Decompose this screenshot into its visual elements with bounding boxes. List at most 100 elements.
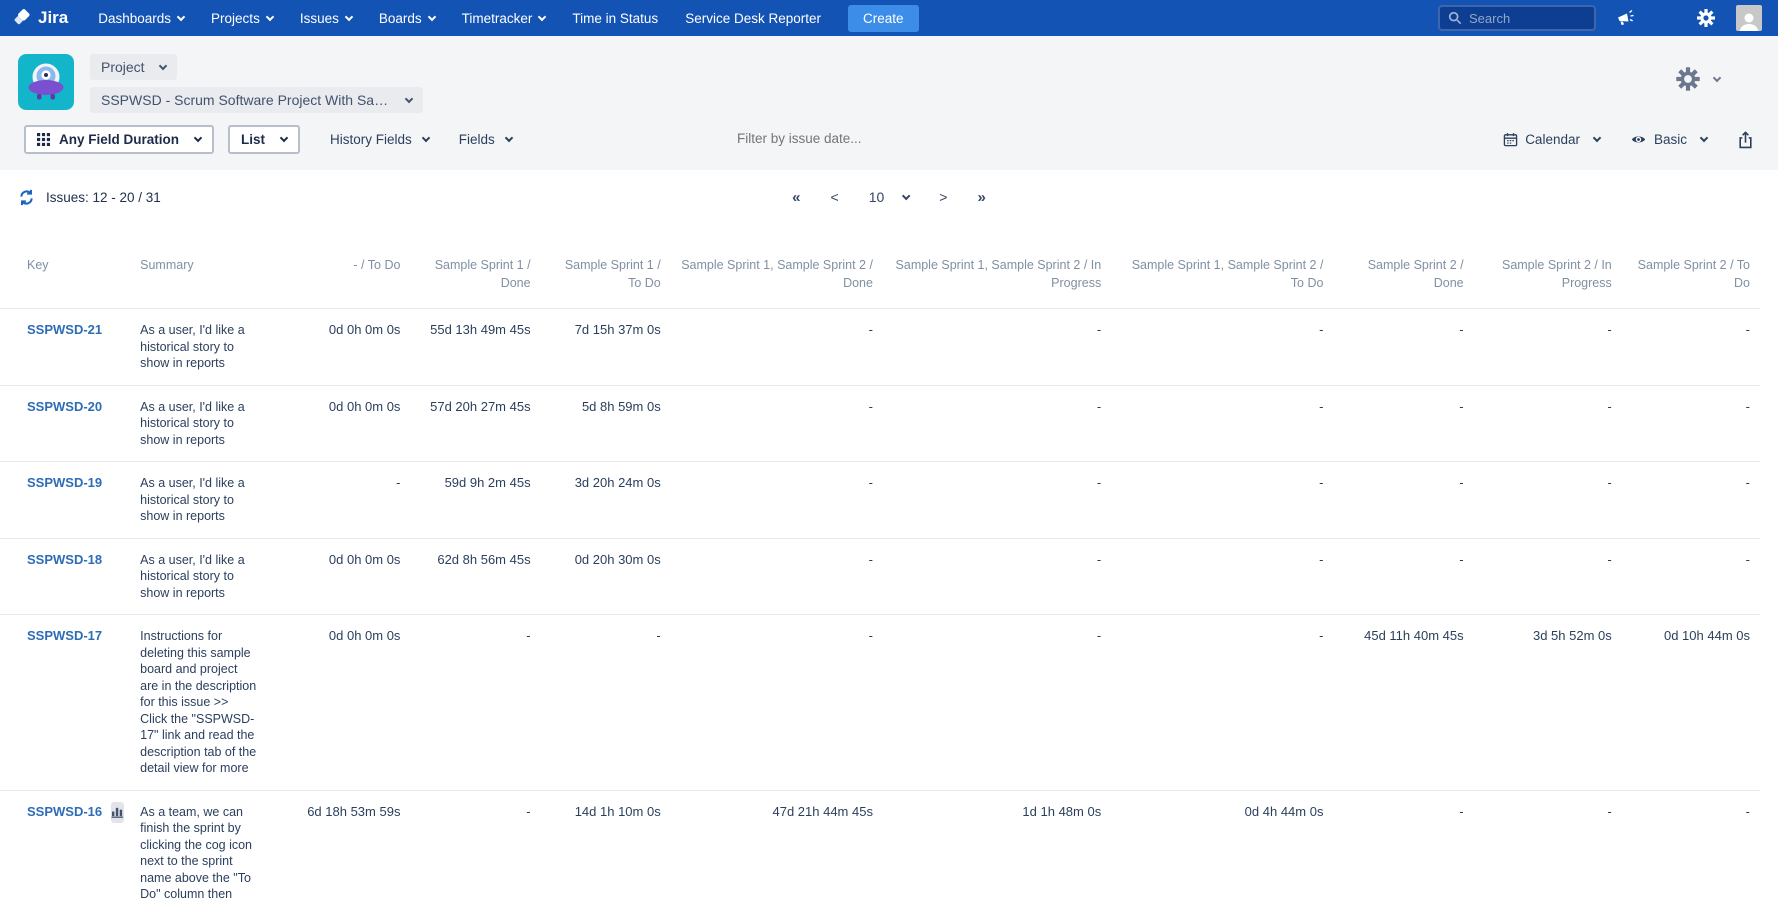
duration-cell: - [410,615,540,791]
view-mode-dropdown[interactable]: Basic [1630,132,1707,147]
create-button[interactable]: Create [848,5,919,32]
view-type-button[interactable]: List [228,125,300,154]
chevron-down-icon [405,94,413,102]
global-search[interactable] [1438,5,1596,31]
previous-page-button[interactable]: < [831,189,839,205]
chevron-down-icon [194,134,202,142]
duration-cell: - [1111,615,1333,791]
nav-item-boards[interactable]: Boards [379,11,435,26]
duration-cell: - [883,385,1111,462]
project-header: Project SSPWSD - Scrum Software Project … [0,36,1778,115]
nav-item-label: Dashboards [98,11,171,26]
first-page-button[interactable]: « [792,189,800,206]
nav-item-label: Issues [300,11,339,26]
issue-chart-icon[interactable] [111,802,124,823]
chevron-down-icon [158,61,166,69]
nav-item-service-desk-reporter[interactable]: Service Desk Reporter [685,11,821,26]
duration-cell: 55d 13h 49m 45s [410,309,540,386]
user-avatar[interactable] [1736,5,1762,31]
announcements-megaphone-icon[interactable] [1616,9,1636,27]
chevron-down-icon [280,134,288,142]
nav-item-dashboards[interactable]: Dashboards [98,11,184,26]
nav-item-label: Service Desk Reporter [685,11,821,26]
nav-item-timetracker[interactable]: Timetracker [462,11,546,26]
duration-cell: - [671,462,883,539]
table-row: SSPWSD-16As a team, we can finish the sp… [0,790,1760,905]
nav-item-projects[interactable]: Projects [211,11,273,26]
column-header[interactable]: Sample Sprint 2 / In Progress [1474,248,1622,309]
duration-cell: - [1111,385,1333,462]
page-size-select[interactable]: 10 [869,189,910,205]
nav-item-label: Timetracker [462,11,533,26]
issue-date-filter-input[interactable] [737,131,967,146]
issue-key-link[interactable]: SSPWSD-17 [27,628,102,643]
chevron-down-icon [505,134,513,142]
nav-right-cluster: ? [1438,5,1778,31]
scope-selector[interactable]: Project [90,54,177,80]
duration-cell: - [1622,790,1760,905]
table-row: SSPWSD-17Instructions for deleting this … [0,615,1760,791]
report-settings-gear[interactable] [1675,66,1720,92]
next-page-button[interactable]: > [939,189,947,205]
duration-cell: 47d 21h 44m 45s [671,790,883,905]
column-header[interactable]: Sample Sprint 1 / Done [410,248,540,309]
chevron-down-icon [427,12,435,20]
issue-summary: As a user, I'd like a historical story t… [130,385,280,462]
duration-cell: 0d 0h 0m 0s [280,615,410,791]
duration-cell: 0d 0h 0m 0s [280,385,410,462]
duration-cell: - [671,615,883,791]
issue-key-link[interactable]: SSPWSD-20 [27,399,102,414]
nav-item-issues[interactable]: Issues [300,11,352,26]
search-input[interactable] [1469,11,1581,26]
fields-dropdown[interactable]: Fields [459,132,512,147]
field-duration-button[interactable]: Any Field Duration [24,125,214,154]
column-header[interactable]: Summary [130,248,280,309]
top-navigation-bar: Jira Dashboards Projects Issues Boards Timet… [0,0,1778,36]
duration-cell: - [671,538,883,615]
issue-key-link[interactable]: SSPWSD-19 [27,475,102,490]
chevron-down-icon [177,12,185,20]
duration-cell: 0d 20h 30m 0s [541,538,671,615]
project-selector[interactable]: SSPWSD - Scrum Software Project With Sam… [90,87,423,113]
duration-cell: - [1333,538,1473,615]
column-header[interactable]: Sample Sprint 1, Sample Sprint 2 / To Do [1111,248,1333,309]
duration-cell: 59d 9h 2m 45s [410,462,540,539]
history-fields-dropdown[interactable]: History Fields [330,132,429,147]
column-header[interactable]: Sample Sprint 2 / Done [1333,248,1473,309]
view-mode-label: Basic [1654,132,1687,147]
project-selector-label: SSPWSD - Scrum Software Project With Sam… [101,92,391,108]
duration-cell: 3d 20h 24m 0s [541,462,671,539]
duration-cell: - [1474,385,1622,462]
issue-key-link[interactable]: SSPWSD-16 [27,804,102,819]
search-icon [1448,11,1462,25]
issue-key-link[interactable]: SSPWSD-18 [27,552,102,567]
duration-cell: - [1111,538,1333,615]
duration-cell: 62d 8h 56m 45s [410,538,540,615]
column-header[interactable]: Sample Sprint 1, Sample Sprint 2 / In Pr… [883,248,1111,309]
nav-item-time-in-status[interactable]: Time in Status [572,11,658,26]
calendar-dropdown[interactable]: Calendar [1503,132,1600,147]
chevron-down-icon [1713,73,1721,81]
refresh-icon[interactable] [18,189,35,206]
field-duration-label: Any Field Duration [59,132,179,147]
chevron-down-icon [1593,134,1601,142]
duration-cell: 0d 10h 44m 0s [1622,615,1760,791]
duration-cell: 45d 11h 40m 45s [1333,615,1473,791]
duration-cell: - [1622,309,1760,386]
export-icon[interactable] [1737,131,1754,149]
last-page-button[interactable]: » [977,189,985,206]
column-header[interactable]: - / To Do [280,248,410,309]
table-row: SSPWSD-18As a user, I'd like a historica… [0,538,1760,615]
duration-cell: - [883,538,1111,615]
help-icon[interactable]: ? [1656,8,1676,28]
issue-key-link[interactable]: SSPWSD-21 [27,322,102,337]
column-header[interactable]: Sample Sprint 1 / To Do [541,248,671,309]
duration-cell: - [883,462,1111,539]
settings-gear-icon[interactable] [1696,8,1716,28]
column-header[interactable]: Key [0,248,130,309]
column-header[interactable]: Sample Sprint 1, Sample Sprint 2 / Done [671,248,883,309]
eye-icon [1630,132,1647,147]
duration-cell: 1d 1h 48m 0s [883,790,1111,905]
jira-logo[interactable]: Jira [12,8,68,28]
column-header[interactable]: Sample Sprint 2 / To Do [1622,248,1760,309]
